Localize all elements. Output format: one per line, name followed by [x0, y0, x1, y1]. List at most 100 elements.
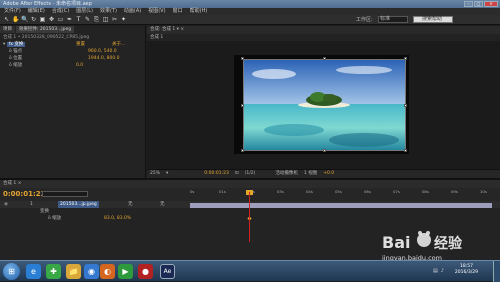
menu-animation[interactable]: 动画(A) — [124, 8, 141, 15]
transform-handle[interactable] — [323, 57, 326, 60]
resolution-select[interactable]: (1/2) — [245, 170, 256, 178]
property-label: ö 缩放 — [9, 63, 23, 68]
360-icon[interactable]: ✚ — [46, 264, 61, 279]
ruler-tick: 01s — [219, 189, 226, 194]
hand-tool-icon[interactable]: ✋ — [12, 17, 19, 23]
composition-panel: 合成: 合成 1 ▾ × 合成 1 25% ▾ 0:00:01:23 ⊡ (1/… — [147, 26, 500, 178]
workspace-label: 工作区: — [356, 17, 373, 23]
show-desktop-button[interactable] — [493, 261, 500, 282]
start-button[interactable]: ⊞ — [3, 263, 20, 280]
menu-edit[interactable]: 编辑(E) — [28, 8, 45, 15]
layer-search-input[interactable] — [42, 191, 88, 197]
close-button[interactable]: ✕ — [484, 1, 498, 7]
rotate-tool-icon[interactable]: ↻ — [30, 17, 37, 23]
arrow-tool-icon[interactable]: ↖ — [3, 17, 10, 23]
menu-layer[interactable]: 图层(L) — [76, 8, 93, 15]
svg-text:经验: 经验 — [434, 235, 463, 252]
menu-bar: 文件(F) 编辑(E) 合成(C) 图层(L) 效果(T) 动画(A) 视图(V… — [0, 8, 500, 15]
island-image — [244, 60, 405, 150]
layer-duration-bar[interactable] — [190, 203, 492, 208]
firefox-icon[interactable]: ◐ — [100, 264, 115, 279]
roto-tool-icon[interactable]: ✂ — [111, 17, 118, 23]
property-value[interactable]: 0.0 — [76, 62, 83, 69]
volume-icon[interactable]: ♪ — [441, 268, 444, 274]
workspace-select[interactable]: 标准 — [378, 16, 408, 23]
puppet-tool-icon[interactable]: ✦ — [120, 17, 127, 23]
current-timecode[interactable]: 0:00:01:23 — [3, 190, 46, 198]
menu-file[interactable]: 文件(F) — [4, 8, 21, 15]
network-icon[interactable]: ▤ — [433, 268, 438, 274]
pen-tool-icon[interactable]: ✒ — [66, 17, 73, 23]
camera-tool-icon[interactable]: ▣ — [39, 17, 46, 23]
windows-taskbar: ⊞ e ✚ 📁 ◉ ◐ ▶ ● Ae ▤ ♪ 18:57 2016/3/29 — [0, 260, 500, 282]
transform-handle[interactable] — [404, 149, 407, 152]
layer-name[interactable]: 201503...jp.jpeg — [58, 201, 99, 208]
maximize-button[interactable]: □ — [474, 1, 483, 7]
window-title: Adobe After Effects - 未命名项目.aep — [3, 1, 92, 7]
system-tray: ▤ ♪ — [433, 268, 444, 274]
effect-controls-panel: 项目 效果控件: 201503...jpeg 合成 1 • 20150328_0… — [0, 26, 146, 178]
record-icon[interactable]: ● — [138, 264, 153, 279]
views-select[interactable]: 1 视图 — [304, 170, 317, 178]
minimize-button[interactable]: – — [464, 1, 473, 7]
ruler-tick: 06s — [364, 189, 371, 194]
brush-tool-icon[interactable]: ✎ — [84, 17, 91, 23]
zoom-tool-icon[interactable]: 🔍 — [21, 17, 28, 23]
timeline-tab[interactable]: 合成 1 × — [0, 180, 500, 188]
taskbar-clock[interactable]: 18:57 2016/3/29 — [455, 264, 478, 276]
property-value[interactable]: 1944.0, 800.0 — [88, 55, 120, 62]
chevron-down-icon[interactable]: ▾ — [166, 170, 168, 178]
tab-project[interactable]: 项目 — [0, 26, 15, 33]
composition-tab[interactable]: 合成: 合成 1 ▾ × — [147, 26, 500, 34]
effect-tree: 合成 1 • 20150328_090522_CP85.jpeg ▾ fx 变换… — [0, 34, 146, 69]
text-tool-icon[interactable]: T — [75, 17, 82, 23]
ruler-tick: 05s — [335, 189, 342, 194]
ruler-tick: 0s — [190, 189, 195, 194]
menu-view[interactable]: 视图(V) — [148, 8, 165, 15]
layer-number: 1 — [30, 202, 33, 207]
clone-tool-icon[interactable]: ⎘ — [93, 17, 100, 23]
pan-tool-icon[interactable]: ✥ — [48, 17, 55, 23]
menu-window[interactable]: 窗口 — [173, 8, 183, 15]
menu-effect[interactable]: 效果(T) — [100, 8, 117, 15]
playhead-line[interactable] — [249, 192, 250, 242]
comp-timecode[interactable]: 0:00:01:23 — [204, 170, 229, 178]
composition-image[interactable] — [243, 59, 406, 151]
transform-handle[interactable] — [323, 149, 326, 152]
time-ruler[interactable]: 0s 01s 02s 03s 04s 05s 06s 07s 08s 09s 1… — [190, 189, 495, 201]
media-icon[interactable]: ▶ — [118, 264, 133, 279]
transform-handle[interactable] — [241, 57, 244, 60]
composition-subtab[interactable]: 合成 1 — [147, 34, 500, 41]
help-search-input[interactable]: 搜索帮助 — [413, 16, 453, 23]
menu-help[interactable]: 帮助(H) — [190, 8, 208, 15]
eye-icon[interactable]: ◉ — [0, 202, 8, 207]
zoom-select[interactable]: 25% — [150, 170, 160, 178]
ie-icon[interactable]: e — [26, 264, 41, 279]
about-link[interactable]: 关于... — [112, 41, 125, 48]
chrome-icon[interactable]: ◉ — [84, 264, 99, 279]
ruler-tick: 04s — [306, 189, 313, 194]
reset-link[interactable]: 重置 — [76, 41, 85, 48]
folder-icon[interactable]: 📁 — [66, 264, 81, 279]
effect-row-scale: ö 缩放 0.0 — [0, 62, 146, 69]
menu-composition[interactable]: 合成(C) — [52, 8, 69, 15]
svg-text:Bai: Bai — [382, 233, 410, 252]
transform-handle[interactable] — [241, 104, 244, 107]
mask-tool-icon[interactable]: ▭ — [57, 17, 64, 23]
layer-mode[interactable]: 无 — [128, 201, 133, 208]
transform-handle[interactable] — [241, 149, 244, 152]
property-label: ö 锚点 — [9, 49, 23, 54]
tab-effect-controls[interactable]: 效果控件: 201503...jpeg — [16, 26, 75, 33]
property-label: ö 位置 — [9, 56, 23, 61]
after-effects-icon[interactable]: Ae — [160, 264, 175, 279]
snapshot-icon[interactable]: ⊡ — [235, 170, 239, 178]
camera-select[interactable]: 活动摄像机 — [275, 170, 298, 178]
transform-handle[interactable] — [404, 104, 407, 107]
exposure-value[interactable]: +0.0 — [323, 170, 334, 178]
effect-row-transform[interactable]: ▾ fx 变换 重置 关于... — [0, 41, 146, 48]
transform-handle[interactable] — [404, 57, 407, 60]
property-value[interactable]: 960.0, 540.0 — [88, 48, 117, 55]
layer-parent[interactable]: 无 — [160, 201, 165, 208]
eraser-tool-icon[interactable]: ◫ — [102, 17, 109, 23]
scale-property-value[interactable]: 83.0, 83.0% — [104, 215, 131, 222]
